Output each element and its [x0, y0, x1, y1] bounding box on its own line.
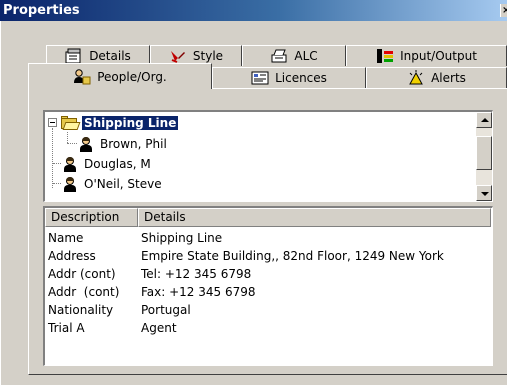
tab-details-label: Details — [89, 49, 131, 63]
arrow-up-icon — [481, 118, 489, 122]
tree-item[interactable]: Douglas, M — [62, 154, 153, 173]
tab-input-output-label: Input/Output — [400, 49, 477, 63]
alc-icon — [270, 48, 288, 64]
close-icon: × — [502, 5, 507, 16]
input-output-icon — [376, 48, 394, 64]
licences-icon — [251, 70, 269, 86]
tree-line — [67, 143, 77, 144]
tree-scrollbar[interactable] — [476, 112, 492, 201]
tree-line — [52, 128, 53, 188]
person-icon — [78, 136, 94, 152]
row-description: Trial A — [48, 321, 85, 335]
tree-item-label: Brown, Phil — [100, 136, 167, 151]
tab-people-org-label: People/Org. — [97, 69, 167, 84]
org-tree[interactable]: Shipping Line Brown, Phil Douglas, M O'N… — [43, 110, 493, 202]
tree-line — [53, 183, 61, 184]
alerts-icon — [407, 70, 425, 86]
row-description: Addr (cont) — [48, 285, 120, 299]
person-icon — [62, 156, 78, 172]
tab-input-output[interactable]: Input/Output — [346, 45, 507, 66]
collapse-toggle[interactable] — [48, 118, 57, 127]
column-header-details[interactable]: Details — [138, 208, 491, 227]
row-details: Empire State Building,, 82nd Floor, 1249… — [141, 249, 444, 263]
tab-alerts[interactable]: Alerts — [366, 67, 507, 88]
row-details: Portugal — [141, 303, 191, 317]
tree-line — [53, 163, 61, 164]
scroll-thumb[interactable] — [476, 136, 492, 170]
table-row: Trial A Agent — [45, 319, 177, 337]
scroll-down-button[interactable] — [476, 185, 492, 201]
window-title: Properties — [3, 3, 80, 18]
arrow-down-icon — [481, 192, 489, 196]
scroll-up-button[interactable] — [476, 112, 492, 128]
grid-header: Description Details — [45, 208, 491, 227]
column-header-description[interactable]: Description — [45, 208, 138, 227]
style-icon — [169, 48, 187, 64]
table-row: Addr (cont) Fax: +12 345 6798 — [45, 283, 256, 301]
row-description: Address — [48, 249, 96, 263]
table-row: Address Empire State Building,, 82nd Flo… — [45, 247, 444, 265]
row-details: Tel: +12 345 6798 — [141, 267, 252, 281]
title-bar: Properties × — [0, 0, 507, 21]
tree-item[interactable]: O'Neil, Steve — [62, 174, 164, 193]
person-icon — [62, 176, 78, 192]
tab-licences[interactable]: Licences — [212, 67, 366, 88]
tree-item[interactable]: Shipping Line — [61, 113, 180, 132]
row-details: Agent — [141, 321, 177, 335]
row-description: Addr (cont) — [48, 267, 116, 281]
tab-alerts-label: Alerts — [431, 71, 466, 85]
row-details: Fax: +12 345 6798 — [141, 285, 256, 299]
tab-alc[interactable]: ALC — [242, 45, 346, 66]
close-button[interactable]: × — [500, 4, 507, 17]
row-description: Nationality — [48, 303, 114, 317]
details-grid: Description Details Name Shipping Line A… — [43, 206, 493, 366]
row-details: Shipping Line — [141, 231, 223, 245]
tree-item-label: O'Neil, Steve — [84, 176, 162, 191]
tree-item[interactable]: Brown, Phil — [78, 134, 169, 153]
table-row: Addr (cont) Tel: +12 345 6798 — [45, 265, 251, 283]
folder-open-icon — [61, 115, 81, 130]
tab-licences-label: Licences — [275, 71, 327, 85]
tree-line — [67, 132, 68, 143]
table-row: Name Shipping Line — [45, 229, 222, 247]
table-row: Nationality Portugal — [45, 301, 191, 319]
tab-alc-label: ALC — [294, 49, 318, 63]
row-description: Name — [48, 231, 84, 245]
people-org-icon — [73, 68, 91, 85]
details-icon — [65, 48, 83, 64]
tree-item-label: Shipping Line — [80, 114, 180, 131]
tree-item-label: Douglas, M — [84, 156, 151, 171]
tab-style-label: Style — [192, 49, 224, 63]
tab-people-org[interactable]: People/Org. — [28, 63, 212, 89]
